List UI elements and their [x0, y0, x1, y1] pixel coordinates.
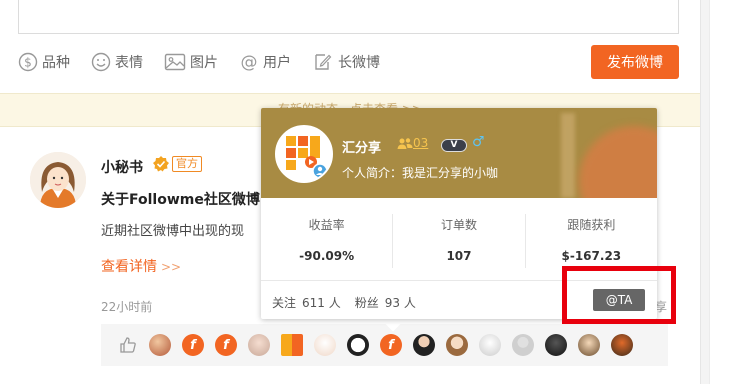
tool-emoji-label: 表情: [115, 55, 143, 71]
user-card-header: 汇分享 03 V ♂ 个人简介：我是汇分享的小咖: [261, 108, 657, 198]
likes-bar: f f f: [101, 314, 668, 366]
liker-avatar[interactable]: [578, 334, 600, 356]
stat-value: 107: [446, 249, 472, 263]
liker-avatar[interactable]: [545, 334, 567, 356]
tool-image-label: 图片: [190, 55, 218, 71]
svg-text:@: @: [241, 53, 258, 73]
user-card-bio: 个人简介：我是汇分享的小咖: [342, 166, 499, 180]
group-icon: [397, 137, 413, 149]
stat-label: 订单数: [440, 218, 477, 232]
stat-label: 收益率: [308, 218, 345, 232]
liker-avatar[interactable]: [479, 334, 501, 356]
follow-counts: 关注 611 人粉丝 93 人: [272, 294, 430, 311]
liker-avatar[interactable]: [446, 334, 468, 356]
svg-text:$: $: [24, 56, 32, 70]
stat-follow-profit[interactable]: 跟随获利 $-167.23: [526, 214, 657, 268]
liker-avatar[interactable]: [347, 334, 369, 356]
liker-avatar[interactable]: [512, 334, 534, 356]
post-time: 22小时前: [101, 300, 153, 314]
stat-return-rate[interactable]: 收益率 -90.09%: [261, 214, 394, 268]
stat-value: -90.09%: [299, 249, 355, 263]
view-details-link[interactable]: 查看详情 >>: [101, 256, 181, 276]
male-icon: ♂: [472, 134, 485, 150]
followers-label[interactable]: 粉丝: [355, 296, 379, 310]
tool-image[interactable]: 图片: [164, 52, 218, 72]
tool-emoji[interactable]: 表情: [91, 52, 143, 72]
liker-avatar[interactable]: f: [380, 334, 402, 356]
image-icon: [164, 53, 186, 71]
view-details-label: 查看详情: [101, 259, 157, 275]
stat-order-count[interactable]: 订单数 107: [393, 214, 526, 268]
edit-icon: [315, 54, 332, 70]
tool-long-weibo[interactable]: 长微博: [312, 52, 380, 72]
compose-textarea[interactable]: [18, 0, 679, 34]
liker-avatar[interactable]: f: [215, 334, 237, 356]
liker-avatar[interactable]: [281, 334, 303, 356]
stat-label: 跟随获利: [567, 218, 616, 232]
tool-long-weibo-label: 长微博: [338, 55, 380, 71]
liker-avatar[interactable]: [611, 334, 633, 356]
liker-avatar[interactable]: f: [182, 334, 204, 356]
tool-variety[interactable]: $ 品种: [18, 52, 70, 72]
liker-avatar[interactable]: [248, 334, 270, 356]
publish-button[interactable]: 发布微博: [591, 45, 679, 79]
liker-avatar[interactable]: [149, 334, 171, 356]
followers-count[interactable]: 93 人: [385, 296, 416, 310]
verified-badge-icon: [153, 156, 169, 172]
thumb-up-icon[interactable]: [119, 336, 137, 354]
right-sidebar: [700, 0, 731, 384]
following-label[interactable]: 关注: [272, 296, 296, 310]
tool-mention[interactable]: @ 用户: [239, 52, 292, 73]
stat-value: $-167.23: [561, 249, 622, 263]
annotation-highlight-box: [562, 266, 676, 324]
liker-avatar[interactable]: [413, 334, 435, 356]
user-card-fans-count: 03: [413, 136, 429, 150]
author-avatar[interactable]: [30, 152, 86, 208]
at-icon: @: [241, 53, 258, 73]
following-count[interactable]: 611 人: [302, 296, 341, 310]
post-body: 近期社区微博中出现的现: [101, 224, 245, 239]
view-details-arrow: >>: [161, 260, 182, 274]
author-name[interactable]: 小秘书: [101, 157, 143, 177]
official-badge: 官方: [172, 156, 202, 172]
tool-variety-label: 品种: [42, 55, 70, 71]
post-title: 关于Followme社区微博: [101, 192, 260, 208]
liker-avatar[interactable]: [314, 334, 336, 356]
compose-toolbar: $ 品种 表情 图片 @ 用户 长微博: [18, 50, 401, 74]
user-card-fans[interactable]: 03: [397, 136, 428, 150]
official-verify: 官方: [152, 155, 202, 173]
user-card-name[interactable]: 汇分享: [342, 137, 381, 156]
user-card-avatar[interactable]: [275, 125, 333, 183]
smiley-icon: [91, 52, 111, 72]
tool-mention-label: 用户: [263, 55, 291, 71]
vip-badge-icon: V: [441, 139, 467, 152]
dollar-circle-icon: $: [18, 52, 38, 72]
